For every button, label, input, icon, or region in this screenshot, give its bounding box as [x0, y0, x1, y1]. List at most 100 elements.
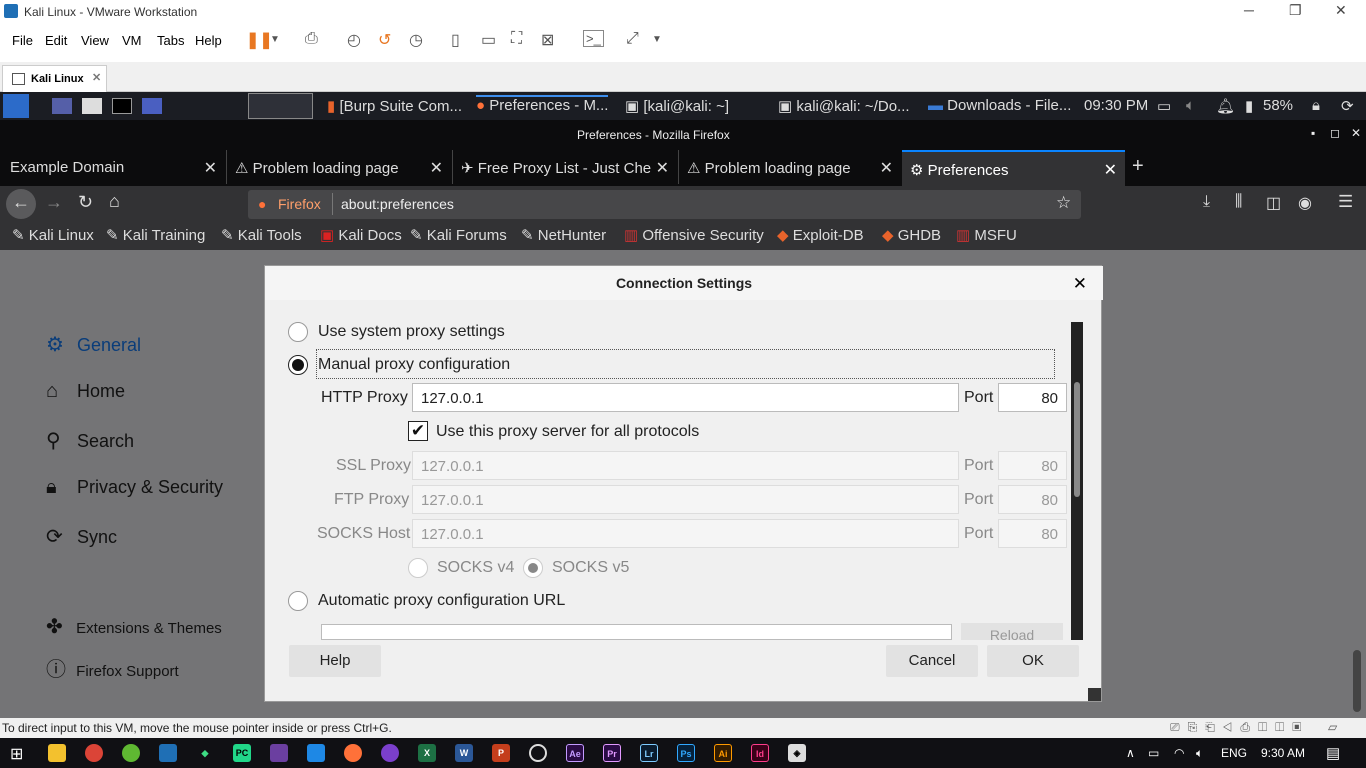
action-center-icon[interactable]: ▤ — [1326, 744, 1340, 762]
pause-icon[interactable]: ❚❚ — [246, 30, 273, 50]
radio-system-proxy[interactable] — [288, 322, 308, 342]
library-icon[interactable]: ▯ — [451, 30, 460, 50]
taskbar-clock[interactable]: 9:30 AM — [1261, 746, 1305, 760]
radio-auto-proxy[interactable] — [288, 591, 308, 611]
task-burp[interactable]: ▮ [Burp Suite Com... — [327, 97, 462, 115]
console-icon[interactable]: >_ — [583, 30, 604, 47]
socks-port-input[interactable]: 80 — [998, 519, 1067, 548]
resize-grip[interactable] — [1088, 688, 1101, 701]
app-icon-4[interactable]: ◈ — [788, 744, 806, 762]
tab-free-proxy-list[interactable]: ✈ Free Proxy List - Just Che ✕ — [452, 150, 677, 184]
powerpoint-icon[interactable]: P — [492, 744, 510, 762]
terminal-icon[interactable] — [112, 98, 132, 114]
lightroom-icon[interactable]: Lr — [640, 744, 658, 762]
sidebar-item-general[interactable]: ⚙ General — [46, 332, 141, 357]
windows-start-icon[interactable]: ⊞ — [10, 744, 23, 764]
sidebar-item-privacy[interactable]: 🔒︎ Privacy & Security — [46, 476, 223, 499]
ftp-port-input[interactable]: 80 — [998, 485, 1067, 514]
dialog-scrollbar[interactable] — [1071, 322, 1083, 640]
unity-icon[interactable]: ⊠ — [541, 30, 554, 50]
bookmark-kali-linux[interactable]: ✎ Kali Linux — [12, 226, 94, 244]
thumbnail-icon[interactable]: ▭ — [481, 30, 496, 50]
android-studio-icon[interactable]: ◆ — [196, 744, 214, 762]
sidebar-item-sync[interactable]: ⟳ Sync — [46, 524, 117, 549]
workspace-preview[interactable] — [248, 93, 313, 119]
bookmark-msfu[interactable]: ▥ MSFU — [956, 226, 1017, 244]
bookmark-kali-docs[interactable]: ▣ Kali Docs — [320, 226, 402, 244]
close-icon[interactable]: ✕ — [204, 158, 217, 178]
browser-icon[interactable] — [142, 98, 162, 114]
battery-icon[interactable]: ▮ — [1245, 97, 1253, 115]
firefox-icon[interactable] — [344, 744, 362, 762]
url-bar[interactable]: ● Firefox about:preferences ☆ — [248, 190, 1081, 219]
message-log-icon[interactable]: ▱ — [1328, 720, 1337, 734]
task-terminal-1[interactable]: ▣ [kali@kali: ~] — [625, 97, 729, 115]
menu-file[interactable]: File — [12, 33, 33, 48]
ssl-port-input[interactable]: 80 — [998, 451, 1067, 480]
socks-host-input[interactable]: 127.0.0.1 — [412, 519, 959, 548]
bookmark-kali-forums[interactable]: ✎ Kali Forums — [410, 226, 507, 244]
sidebar-extensions[interactable]: ✤ Extensions & Themes — [46, 614, 222, 639]
snapshot-manager-icon[interactable]: ◷ — [409, 30, 423, 50]
visual-studio-icon[interactable] — [270, 744, 288, 762]
minimize-icon[interactable]: ▪ — [1311, 126, 1315, 140]
chevron-up-icon[interactable]: ∧ — [1126, 746, 1135, 760]
menu-help[interactable]: Help — [195, 33, 222, 48]
task-downloads[interactable]: ▬ Downloads - File... — [928, 97, 1071, 114]
page-scrollbar[interactable] — [1353, 650, 1361, 712]
home-icon[interactable]: ⌂ — [109, 191, 120, 212]
sidebar-icon[interactable]: ◫ — [1266, 193, 1281, 213]
vmware-icon[interactable] — [159, 744, 177, 762]
close-icon[interactable]: ✕ — [880, 158, 893, 178]
vscode-icon[interactable] — [307, 744, 325, 762]
premiere-icon[interactable]: Pr — [603, 744, 621, 762]
help-button[interactable]: Help — [289, 645, 381, 677]
new-tab-icon[interactable]: + — [1132, 155, 1144, 178]
photoshop-icon[interactable]: Ps — [677, 744, 695, 762]
task-preferences[interactable]: ● Preferences - M... — [476, 95, 609, 114]
menu-tabs[interactable]: Tabs — [157, 33, 184, 48]
revert-snapshot-icon[interactable]: ↺ — [378, 30, 391, 50]
auto-proxy-url-input[interactable] — [321, 624, 952, 640]
sidebar-support[interactable]: ⓘ Firefox Support — [46, 653, 179, 682]
chevron-down-icon[interactable]: ▼ — [270, 34, 280, 45]
close-icon[interactable]: ✕ — [92, 71, 101, 84]
task-terminal-2[interactable]: ▣ kali@kali: ~/Do... — [778, 97, 910, 115]
lock-icon[interactable]: 🔒︎ — [1312, 97, 1320, 114]
radio-socks-v5[interactable] — [523, 558, 543, 578]
forward-icon[interactable]: → — [45, 192, 63, 213]
close-icon[interactable]: ✕ — [1104, 160, 1117, 180]
device-icons[interactable]: ⎚⎘⎗◁⎙◫◫▣ — [1170, 720, 1309, 735]
app-icon[interactable] — [122, 744, 140, 762]
snapshot-icon[interactable]: ◴ — [347, 30, 361, 50]
kali-menu-icon[interactable] — [3, 94, 29, 118]
notification-icon[interactable]: 🔔︎ — [1216, 97, 1235, 115]
radio-socks-v4[interactable] — [408, 558, 428, 578]
chrome-icon[interactable] — [85, 744, 103, 762]
panel-clock[interactable]: 09:30 PM — [1084, 97, 1148, 114]
ok-button[interactable]: OK — [987, 645, 1079, 677]
menu-view[interactable]: View — [81, 33, 109, 48]
library-icon[interactable]: ⫼ — [1235, 193, 1242, 211]
battery-icon[interactable]: ▭ — [1148, 746, 1159, 760]
language-indicator[interactable]: ENG — [1221, 746, 1247, 760]
stretch-icon[interactable]: ⤢ — [626, 30, 639, 48]
menu-icon[interactable]: ☰ — [1338, 192, 1353, 212]
cancel-button[interactable]: Cancel — [886, 645, 978, 677]
app-icon-3[interactable] — [529, 744, 547, 762]
bookmark-ghdb[interactable]: ◆ GHDB — [882, 226, 941, 244]
sidebar-item-home[interactable]: ⌂ Home — [46, 380, 125, 403]
fullscreen-icon[interactable]: ⛶ — [511, 30, 522, 48]
menu-edit[interactable]: Edit — [45, 33, 67, 48]
tab-preferences[interactable]: ⚙ Preferences ✕ — [902, 150, 1125, 186]
ssl-proxy-input[interactable]: 127.0.0.1 — [412, 451, 959, 480]
app-icon-2[interactable] — [381, 744, 399, 762]
reload-icon[interactable]: ↻ — [78, 192, 93, 213]
account-icon[interactable]: ◉ — [1298, 193, 1312, 213]
all-protocols-checkbox[interactable]: ✔ — [408, 421, 428, 441]
word-icon[interactable]: W — [455, 744, 473, 762]
http-port-input[interactable]: 80 — [998, 383, 1067, 412]
close-icon[interactable]: ✕ — [1335, 2, 1347, 19]
bookmark-offensive-security[interactable]: ▥ Offensive Security — [624, 226, 764, 244]
indesign-icon[interactable]: Id — [751, 744, 769, 762]
